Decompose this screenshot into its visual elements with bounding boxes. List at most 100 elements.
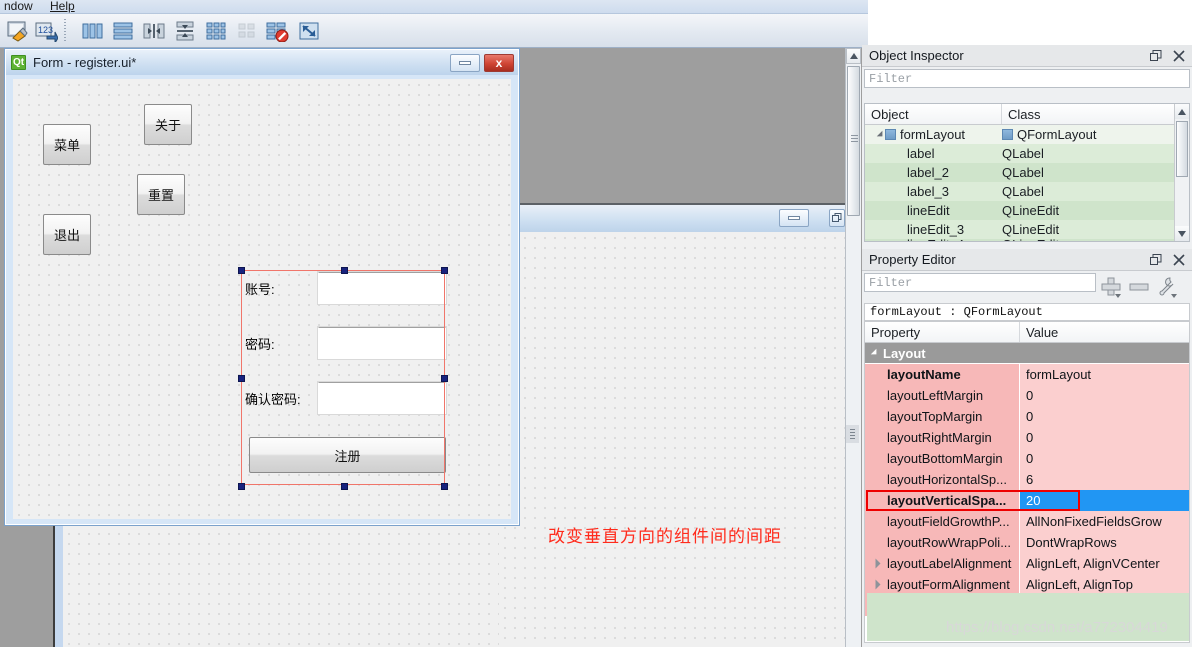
tree-row-label[interactable]: label QLabel bbox=[865, 144, 1189, 163]
property-value[interactable]: DontWrapRows bbox=[1020, 531, 1189, 553]
property-row-layoutname[interactable]: layoutName formLayout bbox=[865, 363, 1189, 385]
form-minimize-button[interactable] bbox=[450, 53, 480, 72]
form-layout-class-icon bbox=[1002, 129, 1013, 140]
property-editor-header: Property Editor bbox=[862, 249, 1192, 271]
exit-button[interactable]: 退出 bbox=[43, 214, 91, 255]
tree-row-lineedit-3[interactable]: lineEdit_3 QLineEdit bbox=[865, 220, 1189, 239]
background-window-canvas[interactable] bbox=[499, 232, 853, 647]
form-window-title: Form - register.ui* bbox=[33, 55, 137, 70]
property-name: layoutLabelAlignment bbox=[865, 552, 1020, 574]
scroll-up-arrow-icon[interactable] bbox=[846, 48, 861, 64]
column-value[interactable]: Value bbox=[1020, 322, 1189, 342]
layout-form-icon[interactable] bbox=[233, 18, 261, 44]
tree-row-lineedit-4[interactable]: lineEdit_4 QLineEdit bbox=[865, 239, 1189, 241]
property-name: layoutFieldGrowthP... bbox=[865, 510, 1020, 532]
property-row-layoutrowwrappolicy[interactable]: layoutRowWrapPoli... DontWrapRows bbox=[865, 531, 1189, 553]
property-row-layoutlabelalignment[interactable]: layoutLabelAlignment AlignLeft, AlignVCe… bbox=[865, 552, 1189, 574]
background-window-titlebar[interactable] bbox=[499, 205, 853, 232]
form-window-titlebar[interactable]: Qt Form - register.ui* x bbox=[6, 50, 518, 75]
close-icon[interactable] bbox=[1173, 49, 1185, 62]
selection-handle-tl[interactable] bbox=[238, 267, 245, 274]
property-value[interactable]: AllNonFixedFieldsGrow bbox=[1020, 510, 1189, 532]
property-row-layouthorizontalspacing[interactable]: layoutHorizontalSp... 6 bbox=[865, 468, 1189, 490]
tree-row-label-2[interactable]: label_2 QLabel bbox=[865, 163, 1189, 182]
tree-row-label-3[interactable]: label_3 QLabel bbox=[865, 182, 1189, 201]
property-name: layoutHorizontalSp... bbox=[865, 468, 1020, 490]
reset-button[interactable]: 重置 bbox=[137, 174, 185, 215]
background-minimize-button[interactable] bbox=[779, 209, 809, 227]
selection-handle-bl[interactable] bbox=[238, 483, 245, 490]
layout-horizontally-icon[interactable] bbox=[78, 18, 106, 44]
property-editor-filter[interactable]: Filter bbox=[864, 273, 1096, 292]
background-restore-button[interactable] bbox=[829, 209, 845, 227]
layout-grid-icon[interactable] bbox=[202, 18, 230, 44]
object-inspector-actions bbox=[1150, 49, 1185, 62]
expand-icon[interactable] bbox=[875, 579, 881, 589]
object-inspector-tree[interactable]: Object Class formLayout QFormLayout labe… bbox=[864, 103, 1190, 242]
tree-row-lineedit[interactable]: lineEdit QLineEdit bbox=[865, 201, 1189, 220]
expand-icon[interactable] bbox=[875, 558, 881, 568]
property-value[interactable]: 0 bbox=[1020, 384, 1189, 406]
property-row-layoutbottommargin[interactable]: layoutBottomMargin 0 bbox=[865, 447, 1189, 469]
workspace-vertical-scrollbar[interactable] bbox=[845, 48, 861, 647]
edit-widgets-icon[interactable] bbox=[4, 18, 32, 44]
property-row-layoutfieldgrowthpolicy[interactable]: layoutFieldGrowthP... AllNonFixedFieldsG… bbox=[865, 510, 1189, 532]
tree-row-formlayout[interactable]: formLayout QFormLayout bbox=[865, 125, 1189, 144]
add-property-button[interactable] bbox=[1100, 276, 1122, 301]
group-expand-icon[interactable] bbox=[870, 348, 880, 358]
float-icon[interactable] bbox=[1150, 253, 1162, 266]
selection-handle-bc[interactable] bbox=[341, 483, 348, 490]
float-icon[interactable] bbox=[1150, 49, 1162, 62]
layout-splitter-vertical-icon[interactable] bbox=[171, 18, 199, 44]
selection-handle-ml[interactable] bbox=[238, 375, 245, 382]
property-group-layout[interactable]: Layout bbox=[865, 343, 1189, 364]
menu-item-help[interactable]: Help bbox=[50, 0, 75, 13]
remove-property-button[interactable] bbox=[1129, 276, 1149, 301]
workspace-scroll-thumb[interactable] bbox=[847, 66, 860, 216]
scroll-up-arrow-icon[interactable] bbox=[1175, 104, 1189, 119]
form-design-canvas[interactable]: 菜单 关于 重置 退出 账号: 密码: 确认密码: 注册 bbox=[13, 79, 511, 519]
object-inspector-filter[interactable]: Filter bbox=[864, 69, 1190, 88]
menu-button[interactable]: 菜单 bbox=[43, 124, 91, 165]
property-row-layoutverticalspacing[interactable]: layoutVerticalSpa... 20 bbox=[865, 489, 1189, 511]
property-name-text: layoutFormAlignment bbox=[887, 576, 1010, 592]
property-row-layouttopmargin[interactable]: layoutTopMargin 0 bbox=[865, 405, 1189, 427]
expand-collapse-icon[interactable] bbox=[876, 130, 886, 139]
selection-handle-tr[interactable] bbox=[441, 267, 448, 274]
about-button[interactable]: 关于 bbox=[144, 104, 192, 145]
layout-splitter-horizontal-icon[interactable] bbox=[140, 18, 168, 44]
scroll-down-arrow-icon[interactable] bbox=[1175, 226, 1189, 241]
property-value[interactable]: 20 bbox=[1020, 489, 1189, 511]
selection-handle-mr[interactable] bbox=[441, 375, 448, 382]
object-inspector-scroll-thumb[interactable] bbox=[1176, 121, 1188, 177]
form-window-register-ui[interactable]: Qt Form - register.ui* x 菜单 关于 重置 退出 账号:… bbox=[4, 48, 520, 526]
column-class[interactable]: Class bbox=[1002, 104, 1189, 124]
property-value[interactable]: AlignLeft, AlignVCenter bbox=[1020, 552, 1189, 574]
form-close-button[interactable]: x bbox=[484, 53, 514, 72]
column-property[interactable]: Property bbox=[865, 322, 1020, 342]
object-inspector-scrollbar[interactable] bbox=[1174, 104, 1189, 241]
property-value[interactable]: 0 bbox=[1020, 405, 1189, 427]
selection-handle-tc[interactable] bbox=[341, 267, 348, 274]
selection-handle-br[interactable] bbox=[441, 483, 448, 490]
property-editor-table[interactable]: Property Value Layout layoutName formLay… bbox=[864, 321, 1190, 643]
background-form-window[interactable] bbox=[499, 48, 853, 647]
layout-vertically-icon[interactable] bbox=[109, 18, 137, 44]
break-layout-icon[interactable] bbox=[264, 18, 292, 44]
property-value[interactable]: AlignLeft, AlignTop bbox=[1020, 573, 1189, 595]
property-row-layoutrightmargin[interactable]: layoutRightMargin 0 bbox=[865, 426, 1189, 448]
edit-tab-order-icon[interactable]: 123 bbox=[32, 18, 60, 44]
workspace-splitter-grip[interactable] bbox=[846, 425, 859, 443]
property-value[interactable]: 0 bbox=[1020, 426, 1189, 448]
adjust-size-icon[interactable] bbox=[295, 18, 323, 44]
property-row-layoutleftmargin[interactable]: layoutLeftMargin 0 bbox=[865, 384, 1189, 406]
configure-button[interactable] bbox=[1156, 276, 1178, 301]
property-value[interactable]: 6 bbox=[1020, 468, 1189, 490]
menu-item-window[interactable]: ndow bbox=[4, 0, 33, 13]
form-layout-selection[interactable] bbox=[238, 267, 448, 490]
property-value[interactable]: 0 bbox=[1020, 447, 1189, 469]
property-row-layoutformalignment[interactable]: layoutFormAlignment AlignLeft, AlignTop bbox=[865, 573, 1189, 595]
close-icon[interactable] bbox=[1173, 253, 1185, 266]
column-object[interactable]: Object bbox=[865, 104, 1002, 124]
property-value[interactable]: formLayout bbox=[1020, 363, 1189, 385]
